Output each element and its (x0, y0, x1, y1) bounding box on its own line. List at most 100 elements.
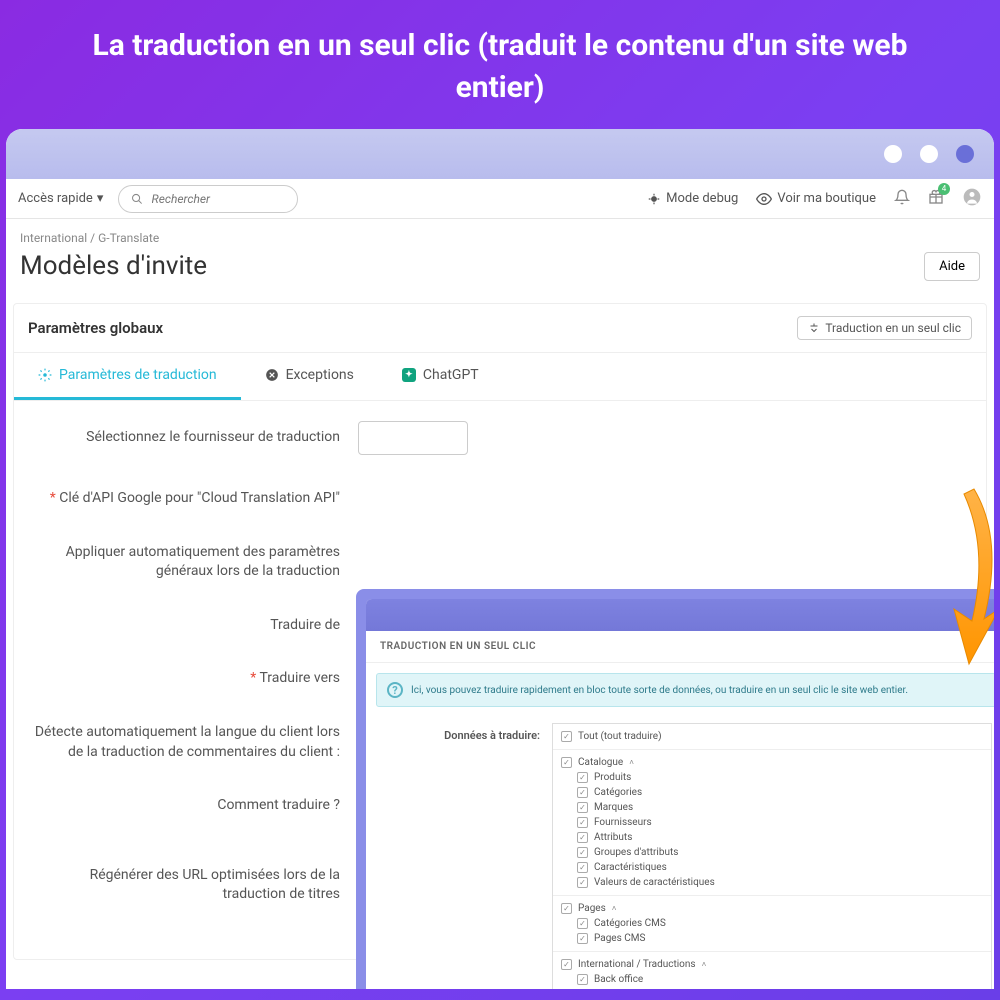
one-click-translation-modal: TRADUCTION EN UN SEUL CLIC ? Ici, vous p… (366, 599, 994, 989)
page-title: Modèles d'invite (20, 251, 207, 281)
tree-item[interactable]: Produits (561, 770, 983, 785)
chevron-down-icon: ▾ (97, 191, 104, 206)
checkbox-icon[interactable] (577, 847, 588, 858)
chevron-up-icon: ˄ (612, 904, 617, 913)
notifications-bell-icon[interactable] (894, 189, 910, 209)
checkbox-icon[interactable] (561, 757, 572, 768)
tab-chatgpt[interactable]: ✦ ChatGPT (378, 353, 503, 400)
topbar: Accès rapide ▾ Mode debug Voir ma boutiq… (6, 179, 994, 219)
modal-title: TRADUCTION EN UN SEUL CLIC (366, 631, 994, 663)
tree-all[interactable]: Tout (tout traduire) (561, 729, 983, 744)
mode-debug-label: Mode debug (666, 191, 738, 206)
provider-select[interactable] (358, 421, 468, 455)
tree-catalogue[interactable]: Catalogue˄ (561, 755, 983, 770)
form-row-apikey: * Clé d'API Google pour "Cloud Translati… (28, 489, 972, 509)
tree-item[interactable]: Groupes d'attributs (561, 845, 983, 860)
checkbox-icon[interactable] (561, 731, 572, 742)
bug-icon (647, 192, 661, 206)
page-header: Modèles d'invite Aide (6, 249, 994, 295)
info-text: Ici, vous pouvez traduire rapidement en … (411, 685, 908, 696)
tree-item[interactable]: Pages CMS (561, 931, 983, 946)
breadcrumb-separator: / (90, 231, 98, 245)
topbar-right: Mode debug Voir ma boutique 4 (647, 187, 982, 211)
tree-item[interactable]: Back office (561, 972, 983, 987)
browser-header (6, 129, 994, 179)
checkbox-icon[interactable] (561, 959, 572, 970)
translate-icon (808, 322, 820, 334)
tabs: Paramètres de traduction Exceptions ✦ Ch… (14, 353, 986, 401)
tree-item[interactable]: Fournisseurs (561, 815, 983, 830)
help-button[interactable]: Aide (924, 252, 980, 281)
chevron-up-icon: ˄ (702, 960, 707, 969)
breadcrumb-item: G-Translate (98, 231, 159, 245)
browser-mockup: Accès rapide ▾ Mode debug Voir ma boutiq… (6, 129, 994, 989)
tab-exceptions[interactable]: Exceptions (241, 353, 378, 400)
user-avatar-icon[interactable] (962, 187, 982, 211)
checkbox-icon[interactable] (577, 817, 588, 828)
form-label: Détecte automatiquement la langue du cli… (28, 723, 358, 762)
modal-titlebar (366, 599, 994, 631)
form-label: Appliquer automatiquement des paramètres… (28, 543, 358, 582)
checkbox-icon[interactable] (577, 974, 588, 985)
cancel-icon (265, 368, 279, 382)
breadcrumb: International / G-Translate (6, 219, 994, 249)
form-label: Traduire de (28, 616, 358, 636)
mode-debug-link[interactable]: Mode debug (647, 191, 738, 206)
checkbox-icon[interactable] (577, 877, 588, 888)
form-label: * Traduire vers (28, 669, 358, 689)
chatgpt-icon: ✦ (402, 368, 416, 382)
checkbox-icon[interactable] (577, 772, 588, 783)
form-row-provider: Sélectionnez le fournisseur de traductio… (28, 421, 972, 455)
search-input[interactable] (152, 192, 286, 206)
form-label: Régénérer des URL optimisées lors de la … (28, 866, 358, 905)
tab-label: ChatGPT (423, 367, 479, 383)
browser-dot (920, 145, 938, 163)
browser-dot-active (956, 145, 974, 163)
search-icon (131, 192, 143, 206)
info-icon: ? (387, 682, 403, 698)
tree-item[interactable]: Attributs (561, 830, 983, 845)
checkbox-icon[interactable] (577, 802, 588, 813)
search-input-wrap[interactable] (118, 185, 298, 213)
tree-item[interactable]: Marques (561, 800, 983, 815)
modal-form: Données à traduire: Tout (tout traduire)… (366, 717, 994, 989)
chevron-up-icon: ˄ (629, 758, 634, 767)
tree-item[interactable]: Thèmes˅ (561, 987, 983, 989)
translate-btn-label: Traduction en un seul clic (825, 321, 961, 335)
panel-title: Paramètres globaux (28, 319, 163, 337)
checkbox-icon[interactable] (577, 832, 588, 843)
checkbox-icon[interactable] (577, 862, 588, 873)
eye-icon (756, 191, 772, 207)
tree-pages[interactable]: Pages˄ (561, 901, 983, 916)
tree-item[interactable]: Valeurs de caractéristiques (561, 875, 983, 890)
form-row-autoapply: Appliquer automatiquement des paramètres… (28, 543, 972, 582)
required-marker: * (50, 490, 60, 506)
quick-access-dropdown[interactable]: Accès rapide ▾ (18, 191, 103, 206)
form-label: Sélectionnez le fournisseur de traductio… (28, 428, 358, 448)
translate-one-click-button[interactable]: Traduction en un seul clic (797, 316, 972, 340)
notification-badge: 4 (938, 183, 950, 195)
gift-icon[interactable]: 4 (928, 189, 944, 209)
checkbox-icon[interactable] (577, 918, 588, 929)
breadcrumb-item[interactable]: International (20, 231, 87, 245)
tab-translation-settings[interactable]: Paramètres de traduction (14, 353, 241, 400)
hero-title: La traduction en un seul clic (traduit l… (0, 0, 1000, 129)
view-shop-link[interactable]: Voir ma boutique (756, 191, 876, 207)
modal-overlay: TRADUCTION EN UN SEUL CLIC ? Ici, vous p… (356, 589, 994, 989)
form-label: * Clé d'API Google pour "Cloud Translati… (28, 489, 358, 509)
info-banner: ? Ici, vous pouvez traduire rapidement e… (376, 673, 994, 707)
tree-item[interactable]: Caractéristiques (561, 860, 983, 875)
checkbox-icon[interactable] (561, 903, 572, 914)
view-shop-label: Voir ma boutique (777, 191, 876, 206)
checkbox-icon[interactable] (577, 787, 588, 798)
panel-header: Paramètres globaux Traduction en un seul… (14, 304, 986, 353)
tree-item[interactable]: Catégories (561, 785, 983, 800)
tree-item[interactable]: Catégories CMS (561, 916, 983, 931)
checkbox-icon[interactable] (577, 933, 588, 944)
data-tree: Tout (tout traduire) Catalogue˄ Produits… (552, 723, 992, 989)
modal-form-label: Données à traduire: (380, 723, 540, 989)
browser-dot (884, 145, 902, 163)
form-label: Comment traduire ? (28, 796, 358, 816)
tree-international[interactable]: International / Traductions˄ (561, 957, 983, 972)
gear-icon (38, 368, 52, 382)
